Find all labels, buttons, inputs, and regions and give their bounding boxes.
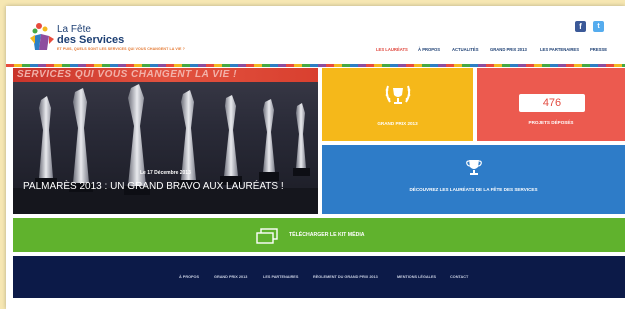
main-nav: LES LAURÉATS À PROPOS ACTUALITÉS GRAND P… <box>6 47 625 57</box>
footer-link-reglement[interactable]: RÈGLEMENT DU GRAND PRIX 2013 <box>313 275 378 279</box>
logo-title-line2[interactable]: des Services <box>57 35 124 46</box>
nav-partenaires[interactable]: LES PARTENAIRES <box>540 47 579 52</box>
page: La Fête des Services ET PUIS, QUELS SONT… <box>6 6 625 309</box>
projects-tile[interactable]: 476 PROJETS DÉPOSÉS <box>477 68 625 141</box>
facebook-icon[interactable]: f <box>575 21 586 32</box>
download-kit-label: TÉLÉCHARGER LE KIT MÉDIA <box>289 232 365 238</box>
trophies-image <box>13 84 318 214</box>
nav-a-propos[interactable]: À PROPOS <box>418 47 440 52</box>
nav-actualites[interactable]: ACTUALITÉS <box>452 47 479 52</box>
footer-link-partenaires[interactable]: LES PARTENAIRES <box>263 275 298 279</box>
projects-counter: 476 <box>519 94 585 112</box>
twitter-icon[interactable]: t <box>593 21 604 32</box>
download-kit-button[interactable]: TÉLÉCHARGER LE KIT MÉDIA <box>13 218 625 252</box>
color-stripe <box>6 64 625 67</box>
projects-label: PROJETS DÉPOSÉS <box>528 120 574 125</box>
grand-prix-label: GRAND PRIX 2013 <box>377 121 418 126</box>
laurel-trophy-icon <box>385 85 411 104</box>
footer-link-mentions[interactable]: MENTIONS LÉGALES <box>397 275 436 279</box>
laureats-tile[interactable]: DÉCOUVREZ LES LAURÉATS DE LA FÊTE DES SE… <box>322 145 625 214</box>
footer-link-a-propos[interactable]: À PROPOS <box>179 275 199 279</box>
grand-prix-tile[interactable]: GRAND PRIX 2013 <box>322 68 473 141</box>
site-header: La Fête des Services ET PUIS, QUELS SONT… <box>6 6 625 64</box>
nav-laureats[interactable]: LES LAURÉATS <box>376 47 408 52</box>
windows-icon <box>256 228 278 244</box>
laureats-label: DÉCOUVREZ LES LAURÉATS DE LA FÊTE DES SE… <box>409 187 538 192</box>
footer-link-contact[interactable]: CONTACT <box>450 275 468 279</box>
trophy-icon <box>466 160 482 175</box>
nav-grand-prix[interactable]: GRAND PRIX 2013 <box>490 47 527 52</box>
hero-date: Le 17 Décembre 2013 <box>140 170 191 176</box>
nav-presse[interactable]: PRESSE <box>590 47 607 52</box>
site-footer: À PROPOS GRAND PRIX 2013 LES PARTENAIRES… <box>13 256 625 298</box>
hero-title[interactable]: PALMARÈS 2013 : UN GRAND BRAVO AUX LAURÉ… <box>23 181 284 192</box>
footer-link-grand-prix[interactable]: GRAND PRIX 2013 <box>214 275 247 279</box>
hero-slide[interactable]: SERVICES QUI VOUS CHANGENT LA VIE ! Le 1… <box>13 68 318 214</box>
